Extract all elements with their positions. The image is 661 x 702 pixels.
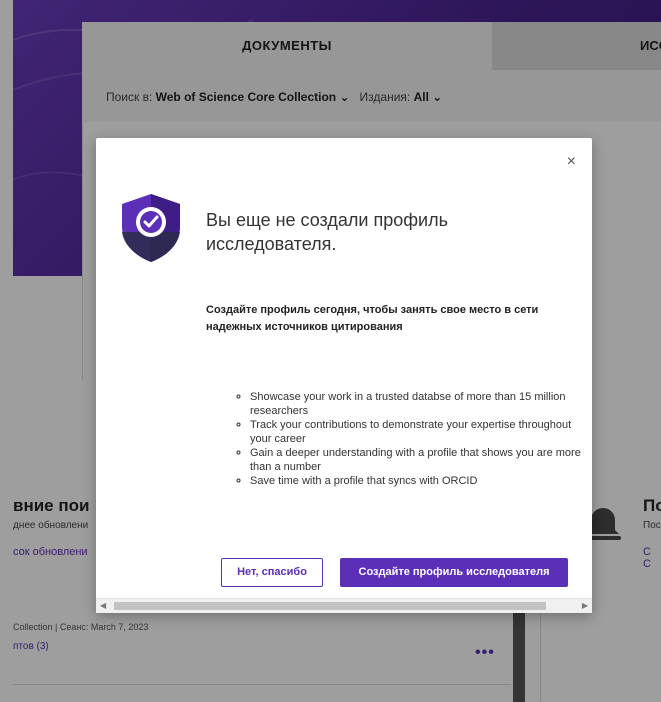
horizontal-scrollbar[interactable]: ◀ ▶	[96, 598, 592, 613]
modal-title: Вы еще не создали профиль исследователя.	[206, 210, 448, 254]
shield-check-icon	[122, 194, 180, 262]
benefits-list: Showcase your work in a trusted databse …	[230, 390, 590, 488]
list-item: Gain a deeper understanding with a profi…	[250, 446, 590, 474]
list-item: Save time with a profile that syncs with…	[250, 474, 590, 488]
create-profile-button[interactable]: Создайте профиль исследователя	[340, 558, 568, 587]
close-icon[interactable]: ×	[567, 154, 576, 170]
researcher-profile-modal: × Вы еще не создали профиль исследовател…	[96, 138, 592, 613]
modal-subtitle: Создайте профиль сегодня, чтобы занять с…	[206, 304, 539, 333]
scrollbar-thumb[interactable]	[114, 602, 546, 610]
list-item: Showcase your work in a trusted databse …	[250, 390, 590, 418]
no-thanks-button[interactable]: Нет, спасибо	[221, 558, 323, 587]
scroll-right-icon[interactable]: ▶	[582, 601, 588, 610]
list-item: Track your contributions to demonstrate …	[250, 418, 590, 446]
scroll-left-icon[interactable]: ◀	[100, 601, 106, 610]
